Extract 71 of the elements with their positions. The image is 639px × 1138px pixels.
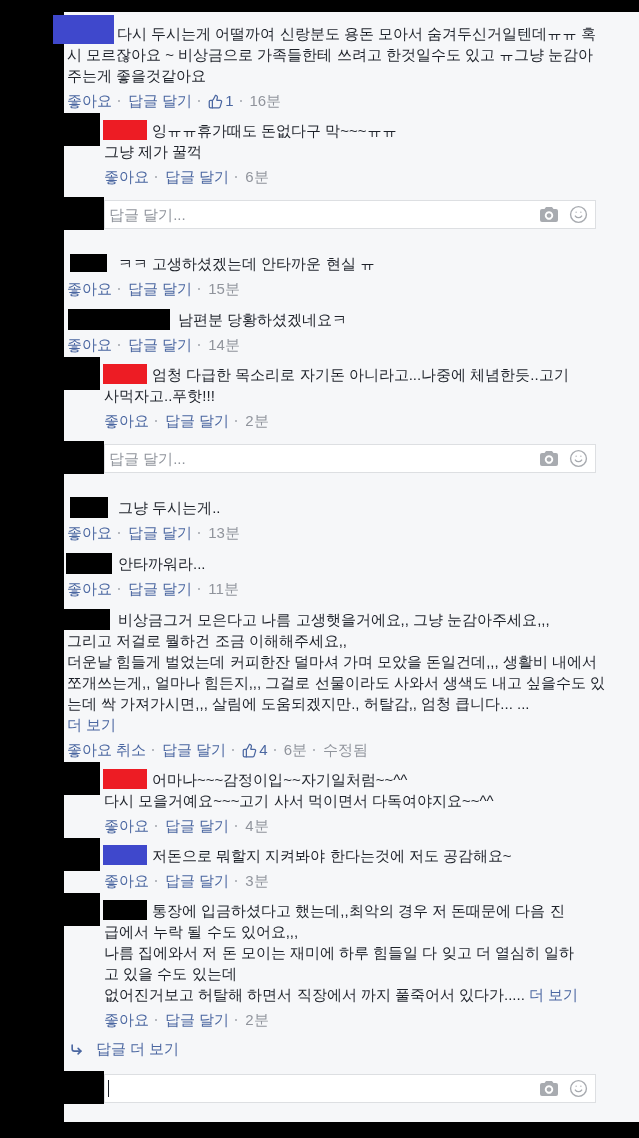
thumbs-up-icon[interactable] bbox=[242, 742, 258, 758]
timestamp: 3분 bbox=[245, 871, 269, 891]
timestamp: 4분 bbox=[245, 816, 269, 836]
comment-text: 저돈으로 뭐할지 지켜봐야 한다는것에 저도 공감해요~ bbox=[151, 846, 513, 866]
comment-text: 잉ㅠㅠ휴가때도 돈없다구 막~~~ㅠㅠ 그냥 제가 꿀꺽 bbox=[104, 121, 398, 162]
more-replies-link[interactable]: 답글 더 보기 bbox=[70, 1039, 180, 1059]
reply-link[interactable]: 답글 달기 bbox=[165, 816, 230, 836]
see-more-link[interactable]: 더 보기 bbox=[528, 986, 578, 1003]
like-link[interactable]: 좋아요 bbox=[67, 279, 112, 299]
like-link[interactable]: 좋아요 bbox=[104, 167, 149, 187]
like-link[interactable]: 좋아요 bbox=[104, 411, 149, 431]
smiley-icon[interactable] bbox=[569, 449, 588, 468]
like-link[interactable]: 좋아요 bbox=[104, 816, 149, 836]
reply-field[interactable] bbox=[104, 1074, 596, 1103]
like-count[interactable]: 1 bbox=[225, 91, 234, 111]
redacted-avatar-block bbox=[64, 762, 100, 795]
camera-icon[interactable] bbox=[540, 451, 558, 466]
reply-link[interactable]: 답글 달기 bbox=[128, 579, 193, 599]
comment-text: 엄청 다급한 목소리로 자기돈 아니라고...나중에 체념한듯..고기 사먹자고..푸핫!!! bbox=[104, 365, 570, 406]
timestamp: 11분 bbox=[208, 579, 239, 599]
like-link[interactable]: 좋아요 bbox=[67, 91, 112, 111]
redacted-avatar-block bbox=[64, 441, 104, 474]
camera-icon[interactable] bbox=[540, 1081, 558, 1096]
like-link[interactable]: 좋아요 bbox=[67, 335, 112, 355]
comment-text: ㅋㅋ 고생하셨겠는데 안타까운 현실 ㅠ bbox=[117, 254, 376, 274]
redacted-avatar-block bbox=[64, 197, 104, 230]
timestamp: 13분 bbox=[208, 523, 240, 543]
like-link[interactable]: 좋아요 bbox=[104, 1010, 149, 1030]
redacted-avatar-block bbox=[64, 838, 100, 871]
comment-text: 어마나~~~감정이입~~자기일처럼~~^^ 다시 모을거예요~~~고기 사서 먹이면서 다독여야지요~~^^ bbox=[104, 770, 495, 811]
reply-field[interactable]: 답글 달기... bbox=[104, 444, 596, 473]
timestamp: 2분 bbox=[245, 411, 269, 431]
redacted-avatar-block bbox=[64, 113, 100, 146]
reply-link[interactable]: 답글 달기 bbox=[162, 740, 227, 760]
reply-link[interactable]: 답글 달기 bbox=[128, 279, 193, 299]
comment-text: 안타까워라... bbox=[117, 554, 207, 574]
reply-arrow-icon bbox=[70, 1042, 83, 1056]
comment-text: 다시 두시는게 어떨까여 신랑분도 용돈 모아서 숨겨두신거일텐데ㅠㅠ 혹시 모르잖아요 ~ 비상금으로 가족들한테 쓰려고 한것일수도 있고 ㅠ그냥 눈감아주는게 좋을것같아요 bbox=[67, 24, 598, 86]
edited-label: 수정됨 bbox=[323, 740, 369, 760]
text-cursor bbox=[108, 1080, 109, 1097]
like-link[interactable]: 좋아요 bbox=[104, 871, 149, 891]
smiley-icon[interactable] bbox=[569, 205, 588, 224]
redacted-avatar-block bbox=[64, 357, 100, 390]
comment-text: 비상금그거 모은다고 나름 고생햇을거에요,, 그냥 눈감아주세요,,, 그리고 저걸로 뭘하건 조금 이해해주세요,, 더운날 힘들게 벌었는데 커피한잔 덜마셔 가며 모았을 돈일건데,,, 생활비 내에서 쪼개쓰는게,, 얼마나 힘든지,,, 그걸로 선물이라도 사와서 생색도 내고 싶을수도 있는데 싹 가져가시면,,, 살림에 도움되겠지만., 허탈감,, 엄청 큽니다... ... bbox=[67, 610, 606, 714]
like-link[interactable]: 좋아요 bbox=[67, 579, 112, 599]
comment-text: 통장에 입금하셨다고 했는데,,최악의 경우 저 돈때문에 다음 진급에서 누락 될 수도 있어요,,, 나름 집에와서 저 돈 모이는 재미에 하루 힘들일 다 잊고 더 열심히 일하고 있을 수도 있는데 없어진거보고 허탈해 하면서 직장에서 까지 풀죽어서 있다가..... 더 보기 bbox=[104, 901, 579, 1005]
timestamp: 16분 bbox=[249, 91, 282, 111]
reply-link[interactable]: 답글 달기 bbox=[128, 91, 193, 111]
timestamp: 14분 bbox=[208, 335, 240, 355]
timestamp: 2분 bbox=[245, 1010, 269, 1030]
redacted-avatar-block bbox=[64, 1071, 104, 1104]
like-link[interactable]: 좋아요 취소 bbox=[67, 740, 147, 760]
timestamp: 6분 bbox=[283, 740, 308, 760]
reply-link[interactable]: 답글 달기 bbox=[128, 335, 193, 355]
camera-icon[interactable] bbox=[540, 207, 558, 222]
reply-link[interactable]: 답글 달기 bbox=[165, 1010, 230, 1030]
reply-field[interactable]: 답글 달기... bbox=[104, 200, 596, 229]
smiley-icon[interactable] bbox=[569, 1079, 588, 1098]
comment-text: 남편분 당황하셨겠네요ㅋ bbox=[177, 310, 349, 330]
thumbs-up-icon[interactable] bbox=[208, 93, 224, 109]
reply-link[interactable]: 답글 달기 bbox=[165, 167, 230, 187]
timestamp: 15분 bbox=[208, 279, 240, 299]
redacted-avatar-block bbox=[64, 893, 100, 926]
comment-text: 그냥 두시는게.. bbox=[117, 498, 222, 518]
reply-link[interactable]: 답글 달기 bbox=[165, 411, 230, 431]
reply-link[interactable]: 답글 달기 bbox=[128, 523, 193, 543]
timestamp: 6분 bbox=[245, 167, 269, 187]
like-link[interactable]: 좋아요 bbox=[67, 523, 112, 543]
reply-link[interactable]: 답글 달기 bbox=[165, 871, 230, 891]
like-count[interactable]: 4 bbox=[259, 740, 268, 760]
see-more-link[interactable]: 더 보기 bbox=[67, 714, 117, 735]
